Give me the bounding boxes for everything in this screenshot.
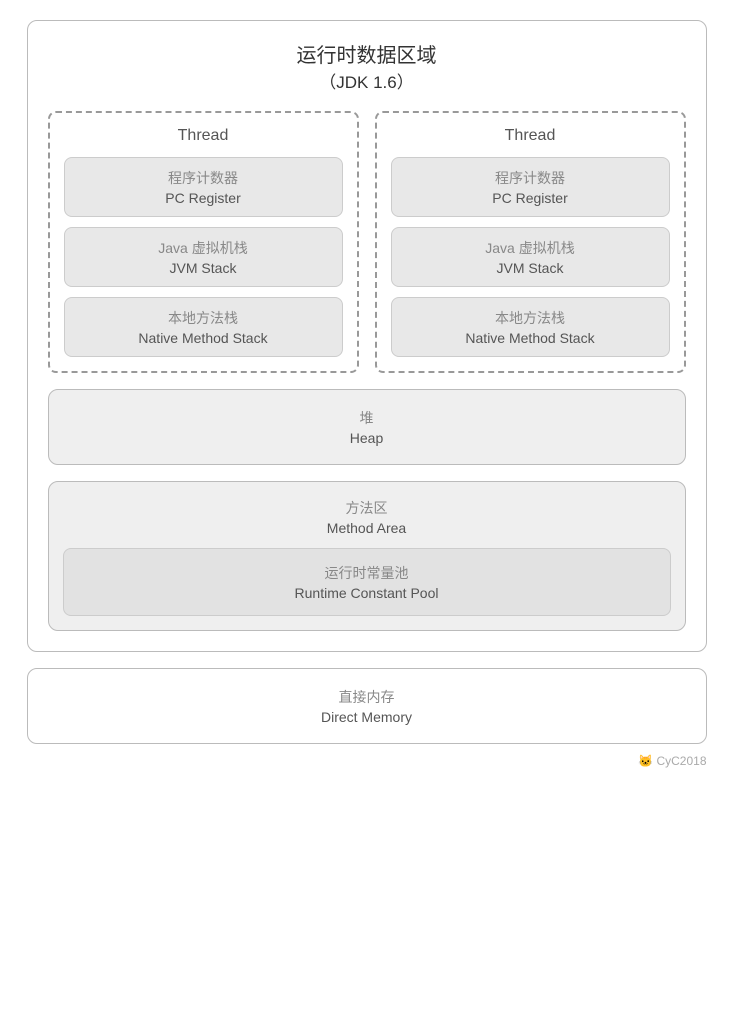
native-stack-2-english: Native Method Stack bbox=[400, 330, 661, 346]
thread-box-2: Thread 程序计数器 PC Register Java 虚拟机栈 JVM S… bbox=[375, 111, 686, 373]
native-stack-1-chinese: 本地方法栈 bbox=[73, 308, 334, 328]
heap-english: Heap bbox=[63, 430, 671, 446]
heap-chinese: 堆 bbox=[63, 408, 671, 428]
pc-register-1: 程序计数器 PC Register bbox=[64, 157, 343, 217]
pc-register-2: 程序计数器 PC Register bbox=[391, 157, 670, 217]
heap-area: 堆 Heap bbox=[48, 389, 686, 465]
jvm-stack-2-english: JVM Stack bbox=[400, 260, 661, 276]
jvm-stack-1: Java 虚拟机栈 JVM Stack bbox=[64, 227, 343, 287]
jvm-stack-1-english: JVM Stack bbox=[73, 260, 334, 276]
pc-register-2-english: PC Register bbox=[400, 190, 661, 206]
watermark: 🐱 CyC2018 bbox=[27, 754, 707, 768]
thread-label-1: Thread bbox=[64, 127, 343, 145]
runtime-pool-chinese: 运行时常量池 bbox=[72, 563, 662, 583]
method-area: 方法区 Method Area 运行时常量池 Runtime Constant … bbox=[48, 481, 686, 631]
direct-memory-chinese: 直接内存 bbox=[42, 687, 692, 707]
jvm-stack-1-chinese: Java 虚拟机栈 bbox=[73, 238, 334, 258]
runtime-data-area: 运行时数据区域 （JDK 1.6） Thread 程序计数器 PC Regist… bbox=[27, 20, 707, 652]
runtime-pool-english: Runtime Constant Pool bbox=[72, 585, 662, 601]
runtime-constant-pool: 运行时常量池 Runtime Constant Pool bbox=[63, 548, 671, 616]
direct-memory-english: Direct Memory bbox=[42, 709, 692, 725]
native-stack-1-english: Native Method Stack bbox=[73, 330, 334, 346]
native-stack-2: 本地方法栈 Native Method Stack bbox=[391, 297, 670, 357]
pc-register-1-chinese: 程序计数器 bbox=[73, 168, 334, 188]
jvm-stack-2-chinese: Java 虚拟机栈 bbox=[400, 238, 661, 258]
jvm-stack-2: Java 虚拟机栈 JVM Stack bbox=[391, 227, 670, 287]
native-stack-1: 本地方法栈 Native Method Stack bbox=[64, 297, 343, 357]
title-sub: （JDK 1.6） bbox=[48, 68, 686, 93]
thread-box-1: Thread 程序计数器 PC Register Java 虚拟机栈 JVM S… bbox=[48, 111, 359, 373]
threads-row: Thread 程序计数器 PC Register Java 虚拟机栈 JVM S… bbox=[48, 111, 686, 373]
thread-label-2: Thread bbox=[391, 127, 670, 145]
title-area: 运行时数据区域 （JDK 1.6） bbox=[48, 39, 686, 93]
method-area-english: Method Area bbox=[63, 520, 671, 536]
method-area-chinese: 方法区 bbox=[63, 498, 671, 518]
direct-memory: 直接内存 Direct Memory bbox=[27, 668, 707, 744]
title-main: 运行时数据区域 bbox=[48, 39, 686, 68]
pc-register-1-english: PC Register bbox=[73, 190, 334, 206]
native-stack-2-chinese: 本地方法栈 bbox=[400, 308, 661, 328]
pc-register-2-chinese: 程序计数器 bbox=[400, 168, 661, 188]
